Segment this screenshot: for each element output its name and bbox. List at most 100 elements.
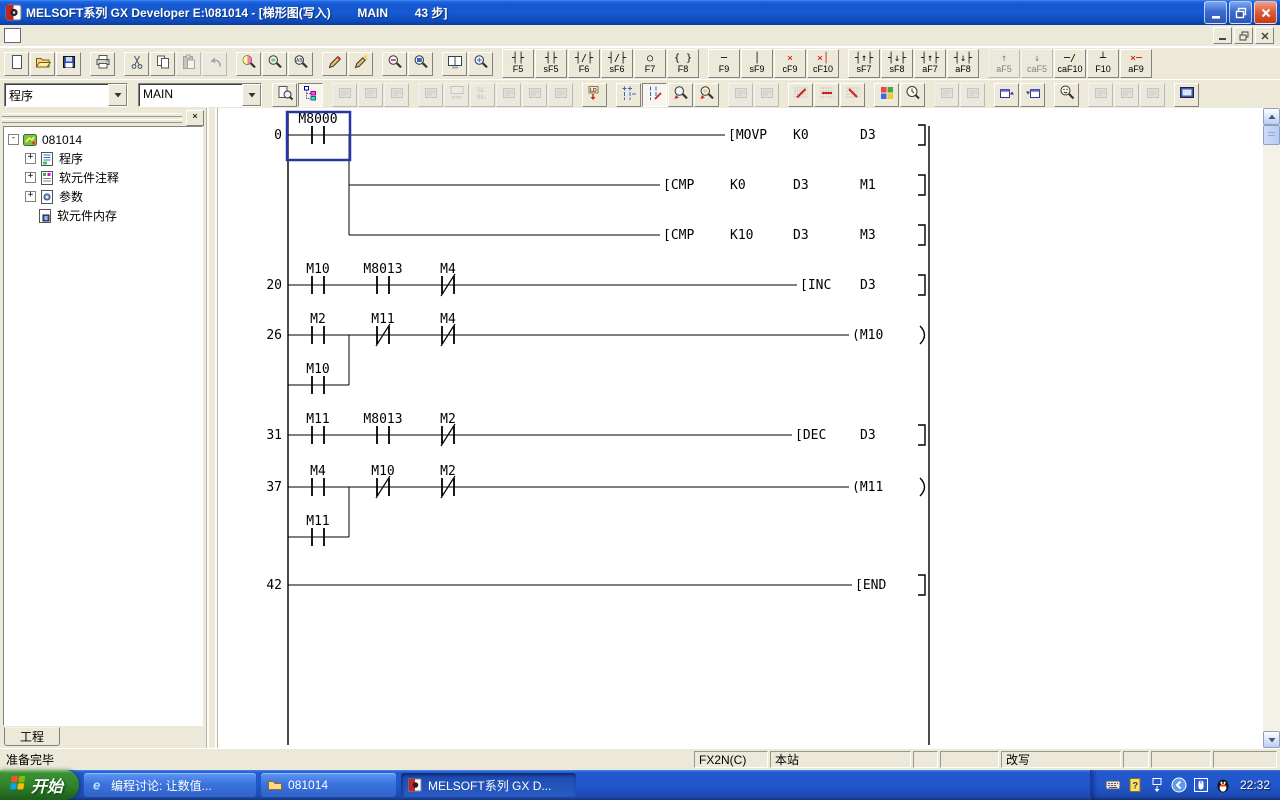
tree-item-软元件注释[interactable]: +软元件注释	[4, 168, 202, 187]
fkey-f6-button[interactable]: ┤/├F6	[568, 49, 600, 78]
expand-icon[interactable]: +	[25, 153, 36, 164]
program-name-combo-value: MAIN	[139, 84, 242, 106]
fkey-sf9-button[interactable]: │sF9	[741, 49, 773, 78]
expand-icon[interactable]: +	[25, 172, 36, 183]
expand-icon[interactable]: +	[25, 191, 36, 202]
hatch2-button[interactable]	[814, 83, 839, 107]
tree-item-程序[interactable]: +程序	[4, 149, 202, 168]
fkey-sf8-button[interactable]: ┤↓├sF8	[881, 49, 913, 78]
save-button[interactable]	[56, 52, 81, 76]
find-color-button[interactable]	[236, 52, 261, 76]
scroll-thumb[interactable]	[1263, 125, 1280, 145]
vertical-scrollbar[interactable]	[1263, 108, 1280, 748]
find-abc-button[interactable]: AB	[288, 52, 313, 76]
fkey-sf6-button[interactable]: ┤/├sF6	[601, 49, 633, 78]
tree-item-软元件内存[interactable]: 软元件内存	[4, 206, 202, 225]
program-type-combo[interactable]: 程序	[4, 83, 128, 107]
mag-pencil2-button[interactable]	[694, 83, 719, 107]
window-arrow-icon[interactable]	[1149, 777, 1165, 793]
fkey-label: F5	[513, 64, 524, 74]
hatch3-button[interactable]	[840, 83, 865, 107]
taskbar-task-2[interactable]: 081014	[261, 773, 396, 797]
scroll-up-icon[interactable]	[1263, 108, 1280, 125]
minimize-button[interactable]	[1204, 1, 1227, 24]
ladder-editor[interactable]: 0M8000[MOVPK0D3[CMPK0D3M1[CMPK10D3M3 20M1…	[218, 108, 1280, 748]
copy-button[interactable]	[150, 52, 175, 76]
chevron-down-icon[interactable]	[108, 84, 127, 106]
panel-close-icon[interactable]: ×	[186, 110, 204, 126]
mdi-child-icon[interactable]	[4, 28, 21, 43]
fkey-f8-button[interactable]: { }F8	[667, 49, 699, 78]
monblue-button[interactable]	[1174, 83, 1199, 107]
fkey-sf5-button[interactable]: ┤├sF5	[535, 49, 567, 78]
tab-project[interactable]: 工程	[4, 727, 60, 746]
ladder-rung-20[interactable]: 20M10M8013M4[INCD3	[266, 262, 925, 296]
fkey-f7-button[interactable]: ○F7	[634, 49, 666, 78]
mon-split-button[interactable]	[442, 52, 467, 76]
fkey-cf9-button[interactable]: ×cF9	[774, 49, 806, 78]
fkey-f10-button[interactable]: ┴F10	[1087, 49, 1119, 78]
mdi-restore-button[interactable]	[1234, 27, 1253, 44]
tree-item-081014[interactable]: -081014	[4, 130, 202, 149]
chevron-icon[interactable]	[1171, 777, 1187, 793]
ladder-rung-42[interactable]: 42[END	[266, 575, 925, 595]
win1-button[interactable]	[994, 83, 1019, 107]
mag-page-button[interactable]	[272, 83, 297, 107]
mag-pencil-button[interactable]	[668, 83, 693, 107]
fkey-cf10-button[interactable]: ×│cF10	[807, 49, 839, 78]
fkey-sf7-button[interactable]: ┤↑├sF7	[848, 49, 880, 78]
ladder-rung-0[interactable]: 0M8000[MOVPK0D3[CMPK0D3M1[CMPK10D3M3	[274, 112, 925, 245]
fkey-f5-button[interactable]: ┤├F5	[502, 49, 534, 78]
start-button[interactable]: 开始	[0, 770, 79, 800]
scroll-down-icon[interactable]	[1263, 731, 1280, 748]
win2-button[interactable]	[1020, 83, 1045, 107]
lines2-button[interactable]	[642, 83, 667, 107]
program-name-combo[interactable]: MAIN	[138, 83, 262, 107]
clock-mag-button[interactable]	[900, 83, 925, 107]
mag-circuit-button[interactable]	[468, 52, 493, 76]
help-note-icon[interactable]: ?	[1127, 777, 1143, 793]
cut-button[interactable]	[124, 52, 149, 76]
ladder-rung-37[interactable]: 37M4M10M2M11(M11	[266, 464, 924, 546]
grid-color-button[interactable]	[874, 83, 899, 107]
fkey-caf10-button[interactable]: ─/caF10	[1054, 49, 1086, 78]
mdi-minimize-button[interactable]	[1213, 27, 1232, 44]
mag-minus-button[interactable]	[382, 52, 407, 76]
fkey-f9-button[interactable]: ─F9	[708, 49, 740, 78]
ladder-canvas[interactable]: 0M8000[MOVPK0D3[CMPK0D3M1[CMPK10D3M3 20M1…	[218, 108, 1263, 748]
ld-button[interactable]: LD	[582, 83, 607, 107]
fkey-label: cF9	[782, 64, 797, 74]
qq-icon[interactable]	[1215, 777, 1231, 793]
fkey-af7-button[interactable]: ┤↑├aF7	[914, 49, 946, 78]
tree-item-参数[interactable]: +参数	[4, 187, 202, 206]
mouse-icon[interactable]	[1193, 777, 1209, 793]
mag-face-button[interactable]	[1054, 83, 1079, 107]
status-cell-本站: 本站	[770, 751, 911, 768]
taskbar-task-3[interactable]: MELSOFT系列 GX D...	[401, 773, 576, 797]
svg-text:S1: S1	[477, 88, 485, 94]
keyboard-icon[interactable]	[1105, 777, 1121, 793]
dock-gripper[interactable]: ×	[2, 111, 204, 124]
mag-book-button[interactable]	[408, 52, 433, 76]
hatch1-button[interactable]	[788, 83, 813, 107]
mdi-close-button[interactable]	[1255, 27, 1274, 44]
chevron-down-icon[interactable]	[242, 84, 261, 106]
print-button[interactable]	[90, 52, 115, 76]
close-button[interactable]	[1254, 1, 1277, 24]
find-device-button[interactable]	[262, 52, 287, 76]
fkey-af8-button[interactable]: ┤↓├aF8	[947, 49, 979, 78]
new-button[interactable]	[4, 52, 29, 76]
pencil-button[interactable]	[322, 52, 347, 76]
splitter[interactable]	[206, 108, 218, 748]
tree-button[interactable]	[298, 83, 323, 107]
restore-button[interactable]	[1229, 1, 1252, 24]
instruction-text: [MOVP	[728, 128, 767, 143]
taskbar-task-1[interactable]: e编程讨论: 让数值...	[84, 773, 256, 797]
pencil-star-button[interactable]	[348, 52, 373, 76]
ladder-rung-31[interactable]: 31M11M8013M2[DECD3	[266, 412, 925, 446]
collapse-icon[interactable]: -	[8, 134, 19, 145]
ladder-rung-26[interactable]: 26M2M11M4M10(M10	[266, 312, 924, 394]
open-button[interactable]	[30, 52, 55, 76]
fkey-af9-button[interactable]: ×─aF9	[1120, 49, 1152, 78]
lines1-button[interactable]	[616, 83, 641, 107]
